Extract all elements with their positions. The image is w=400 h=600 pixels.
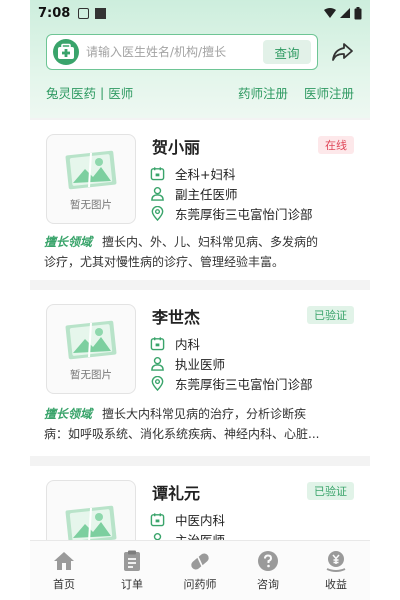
signal-icon	[340, 8, 350, 18]
tab-orders[interactable]: 订单	[98, 541, 166, 600]
tab-home[interactable]: 首页	[30, 541, 98, 600]
clinic-row: 东莞厚街三屯富怡门诊部	[150, 374, 313, 392]
doctor-title: 副主任医师	[175, 186, 238, 202]
search-button[interactable]: 查询	[263, 40, 311, 64]
doctor-department: 中医内科	[175, 512, 226, 528]
tab-label: 订单	[121, 578, 143, 591]
title-row: 副主任医师	[150, 184, 238, 202]
brand-label: 兔灵医药 | 医师	[46, 83, 133, 102]
tab-income[interactable]: 收益	[302, 541, 370, 600]
specialty-tag: 擅长领域	[44, 407, 93, 421]
doctor-name: 谭礼元	[152, 484, 201, 503]
doctor-name: 李世杰	[152, 308, 201, 327]
department-row: 中医内科	[150, 510, 225, 528]
home-icon	[54, 552, 74, 570]
doctor-department: 全科+妇科	[175, 166, 236, 182]
order-icon	[124, 550, 140, 571]
bottom-tab-bar: 首页 订单 问药师 咨询 收益	[30, 540, 370, 600]
search-input[interactable]	[86, 45, 246, 59]
doctor-card[interactable]: 暂无图片 李世杰 已验证 内科 执业医师 东莞厚街三屯富怡门诊部 擅长领域 擅长大…	[30, 290, 370, 456]
sub-navigation: 兔灵医药 | 医师 药师注册 医师注册	[30, 82, 370, 102]
doctor-clinic: 东莞厚街三屯富怡门诊部	[175, 206, 313, 222]
specialty-tag: 擅长领域	[44, 235, 93, 249]
person-icon	[151, 186, 164, 201]
specialty-text: 病：如呼吸系统、消化系统疾病、神经内科、心脏...	[44, 427, 320, 441]
department-row: 内科	[150, 334, 200, 352]
calendar-icon	[150, 336, 165, 350]
question-icon	[258, 551, 278, 571]
calendar-icon	[150, 166, 165, 180]
doctor-photo: 暂无图片	[46, 134, 136, 224]
specialty-text: 诊疗，尤其对慢性病的诊疗、管理经验丰富。	[44, 255, 285, 269]
status-time: 7:08	[38, 5, 71, 21]
wifi-icon	[324, 8, 336, 18]
image-placeholder-icon	[65, 320, 117, 359]
notification-icon	[95, 7, 107, 19]
specialty-text: 擅长内、外、儿、妇科常见病、多发病的	[102, 235, 319, 249]
income-icon	[326, 551, 346, 572]
image-placeholder-icon	[65, 150, 117, 189]
location-icon	[151, 205, 164, 221]
doctor-card[interactable]: 暂无图片 贺小丽 在线 全科+妇科 副主任医师 东莞厚街三屯富怡门诊部 擅长领域…	[30, 120, 370, 280]
status-badge: 在线	[318, 136, 354, 154]
pill-icon	[191, 553, 209, 570]
tab-label: 收益	[325, 578, 347, 591]
department-row: 全科+妇科	[150, 164, 235, 182]
location-icon	[151, 375, 164, 391]
doctor-specialty: 擅长领域 擅长大内科常见病的治疗，分析诊断疾 病：如呼吸系统、消化系统疾病、神经内…	[44, 404, 356, 444]
doctor-clinic: 东莞厚街三屯富怡门诊部	[175, 376, 313, 392]
doctor-title: 执业医师	[175, 356, 226, 372]
status-badge: 已验证	[307, 306, 354, 324]
tab-consult[interactable]: 咨询	[234, 541, 302, 600]
calendar-icon	[150, 512, 165, 526]
title-row: 执业医师	[150, 354, 225, 372]
status-badge: 已验证	[307, 482, 354, 500]
medical-kit-icon	[53, 39, 79, 65]
doctor-photo: 暂无图片	[46, 304, 136, 394]
clinic-row: 东莞厚街三屯富怡门诊部	[150, 204, 313, 222]
doctor-department: 内科	[175, 336, 201, 352]
doctor-card[interactable]: 谭礼元 已验证 中医内科 主治医师	[30, 466, 370, 570]
tab-label: 问药师	[183, 578, 217, 591]
status-bar: 7:08	[30, 0, 370, 26]
app-screen: 7:08 查询 兔灵医药	[30, 0, 370, 600]
notification-icon	[78, 7, 90, 19]
brand-separator: |	[100, 84, 105, 100]
header: 7:08 查询 兔灵医药	[30, 0, 370, 118]
doctor-name: 贺小丽	[152, 138, 201, 157]
photo-placeholder-text: 暂无图片	[70, 198, 112, 211]
photo-placeholder-text: 暂无图片	[70, 368, 112, 381]
share-icon[interactable]	[330, 40, 354, 64]
specialty-text: 擅长大内科常见病的治疗，分析诊断疾	[102, 407, 307, 421]
pharmacist-register-link[interactable]: 药师注册	[238, 83, 288, 102]
doctor-specialty: 擅长领域 擅长内、外、儿、妇科常见病、多发病的 诊疗，尤其对慢性病的诊疗、管理经验…	[44, 232, 356, 272]
tab-ask-pharmacist[interactable]: 问药师	[166, 541, 234, 600]
search-bar[interactable]: 查询	[46, 34, 318, 70]
doctor-register-link[interactable]: 医师注册	[304, 83, 354, 102]
brand-section: 医师	[108, 85, 134, 101]
battery-icon	[354, 6, 362, 19]
tab-label: 首页	[53, 578, 75, 591]
tab-label: 咨询	[257, 578, 279, 591]
person-icon	[151, 356, 164, 371]
brand-name: 兔灵医药	[46, 85, 97, 101]
